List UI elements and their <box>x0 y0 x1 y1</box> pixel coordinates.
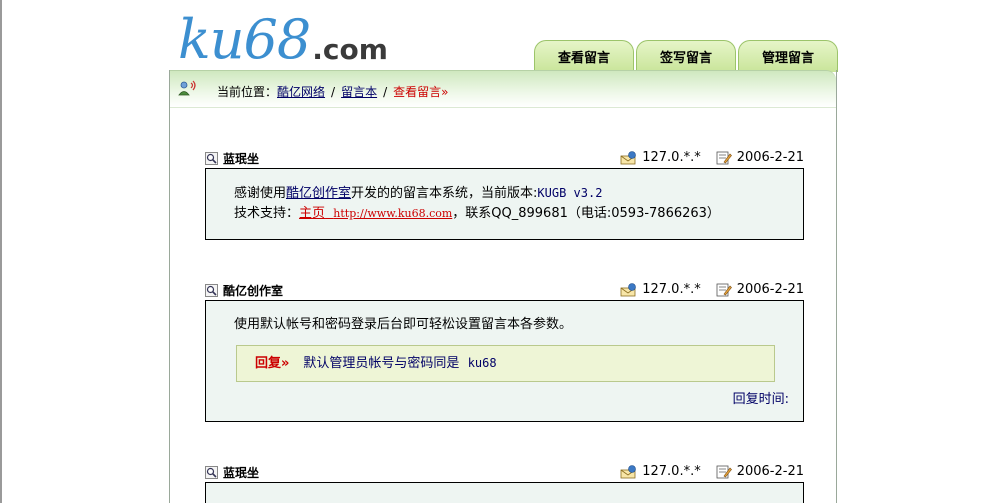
ip-mail-icon[interactable] <box>620 150 638 165</box>
reply-text: 默认管理员帐号与密码同是 ku68 <box>303 353 496 374</box>
breadcrumb-link-home[interactable]: 酷亿网络 <box>277 85 325 99</box>
entry-author: 蓝珉坐 <box>205 150 259 167</box>
homepage-link[interactable]: 主页 http://www.ku68.com <box>299 206 452 221</box>
logo-main-text: ku68 <box>178 8 311 71</box>
entry-meta: 127.0.*.* 2006-2-21 <box>620 150 804 165</box>
message-content: 使用默认帐号和密码登录后台即可轻松设置留言本各参数。 <box>234 317 573 332</box>
version-text: KUGB v3.2 <box>537 186 603 200</box>
ip-mail-icon[interactable] <box>620 464 638 479</box>
logo-suffix-text: .com <box>312 33 388 66</box>
entry-author-name: 酷亿创作室 <box>223 284 284 298</box>
entry-meta: 127.0.*.* 2006-2-21 <box>620 282 804 297</box>
entry-author: 蓝珉坐 <box>205 464 259 481</box>
reply-text-body: 默认管理员帐号与密码同是 <box>303 356 460 371</box>
text-segment: ，联系QQ_899681（电话:0593-7866263） <box>452 206 720 221</box>
breadcrumb-separator: / <box>383 85 388 99</box>
users-icon <box>178 80 196 96</box>
window-left-edge <box>0 0 2 503</box>
entry-ip: 127.0.*.* <box>642 464 701 479</box>
studio-link[interactable]: 酷亿创作室 <box>286 186 351 201</box>
entry-ip: 127.0.*.* <box>642 150 701 165</box>
site-logo[interactable]: ku68 .com <box>178 6 388 70</box>
entry-author-name: 蓝珉坐 <box>223 466 260 480</box>
message-body: 感谢使用酷亿创作室开发的的留言本系统，当前版本:KUGB v3.2 技术支持：主… <box>205 168 804 240</box>
entry-date: 2006-2-21 <box>736 150 804 165</box>
magnifier-icon <box>205 466 218 479</box>
breadcrumb-prefix: 当前位置： <box>217 85 278 99</box>
homepage-link-url: http://www.ku68.com <box>333 207 453 220</box>
magnifier-icon <box>205 284 218 297</box>
message-entry: 蓝珉坐 127.0.*.* 2006-2-21 感谢使用酷亿创作室开发的的留言本… <box>205 148 804 240</box>
tab-write-message[interactable]: 签写留言 <box>636 40 736 72</box>
text-segment: 技术支持： <box>234 206 300 221</box>
breadcrumb-current: 查看留言» <box>393 85 449 99</box>
text-segment: 感谢使用 <box>234 186 287 201</box>
entry-ip: 127.0.*.* <box>642 282 701 297</box>
edit-date-icon <box>716 465 732 478</box>
breadcrumb-link-guestbook[interactable]: 留言本 <box>341 85 377 99</box>
tab-view-messages[interactable]: 查看留言 <box>534 40 634 72</box>
entry-header: 酷亿创作室 127.0.*.* 2006-2-21 <box>205 280 804 300</box>
message-line-1: 感谢使用酷亿创作室开发的的留言本系统，当前版本:KUGB v3.2 <box>234 183 775 204</box>
message-body <box>205 482 804 503</box>
entry-date: 2006-2-21 <box>736 464 804 479</box>
message-line-2: 技术支持：主页 http://www.ku68.com，联系QQ_899681（… <box>234 204 775 224</box>
content-frame: 当前位置：酷亿网络 / 留言本 / 查看留言» 蓝珉坐 127.0.*.* 20… <box>169 70 837 503</box>
entry-meta: 127.0.*.* 2006-2-21 <box>620 464 804 479</box>
entry-header: 蓝珉坐 127.0.*.* 2006-2-21 <box>205 462 804 482</box>
entry-header: 蓝珉坐 127.0.*.* 2006-2-21 <box>205 148 804 168</box>
admin-reply: 回复» 默认管理员帐号与密码同是 ku68 <box>236 345 775 382</box>
entry-author-name: 蓝珉坐 <box>223 152 260 166</box>
nav-tabs: 查看留言 签写留言 管理留言 <box>534 40 840 72</box>
breadcrumb-bar: 当前位置：酷亿网络 / 留言本 / 查看留言» <box>170 70 836 108</box>
text-segment: 开发的的留言本系统，当前版本: <box>351 186 538 201</box>
homepage-link-label: 主页 <box>299 206 326 221</box>
breadcrumb: 当前位置：酷亿网络 / 留言本 / 查看留言» <box>217 83 448 100</box>
reply-label: 回复» <box>255 355 290 371</box>
entry-author: 酷亿创作室 <box>205 282 283 299</box>
tab-manage-messages[interactable]: 管理留言 <box>738 40 838 72</box>
edit-date-icon <box>716 151 732 164</box>
magnifier-icon <box>205 152 218 165</box>
reply-time: 回复时间: <box>732 392 789 407</box>
message-entry: 酷亿创作室 127.0.*.* 2006-2-21 使用默认帐号和密码登录后台即… <box>205 280 804 422</box>
entry-date: 2006-2-21 <box>736 282 804 297</box>
message-entry: 蓝珉坐 127.0.*.* 2006-2-21 <box>205 462 804 503</box>
message-body: 使用默认帐号和密码登录后台即可轻松设置留言本各参数。 回复» 默认管理员帐号与密… <box>205 300 804 422</box>
ip-mail-icon[interactable] <box>620 282 638 297</box>
reply-code: ku68 <box>467 356 497 370</box>
edit-date-icon <box>716 283 732 296</box>
breadcrumb-separator: / <box>331 85 336 99</box>
